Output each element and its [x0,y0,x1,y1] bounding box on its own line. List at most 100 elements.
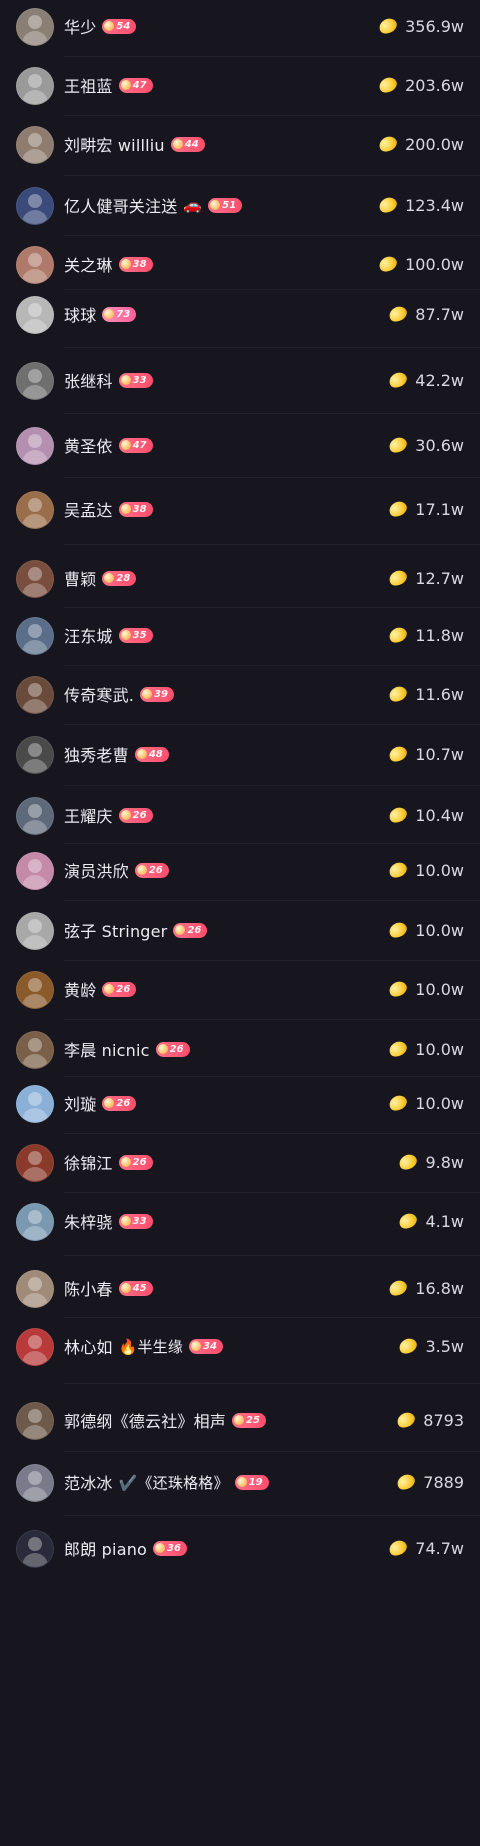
contribution: 11.8w [387,613,464,657]
list-item[interactable]: 郎朗 piano 36 74.7w [0,1526,480,1570]
gold-bean-icon [387,1537,410,1559]
row-divider [64,785,480,786]
row-divider [64,347,480,348]
list-item[interactable]: 王耀庆 26 10.4w [0,793,480,837]
gold-bean-icon [387,567,410,589]
avatar[interactable] [16,1464,54,1502]
avatar[interactable] [16,8,54,46]
list-item[interactable]: 徐锦江 26 9.8w [0,1140,480,1184]
avatar[interactable] [16,617,54,655]
avatar[interactable] [16,736,54,774]
avatar[interactable] [16,187,54,225]
gold-bean-icon [397,1151,420,1173]
list-item[interactable]: 球球 73 87.7w [0,292,480,336]
avatar[interactable] [16,676,54,714]
list-item[interactable]: 范冰冰 ✔️《还珠格格》 19 7889 [0,1460,480,1504]
row-divider [64,1515,480,1516]
avatar[interactable] [16,1203,54,1241]
list-item[interactable]: 陈小春 45 16.8w [0,1266,480,1310]
contribution: 10.0w [387,1081,464,1125]
list-item[interactable]: 独秀老曹 48 10.7w [0,732,480,776]
level-number: 26 [116,1097,131,1109]
user-name: 黄圣依 [64,437,113,456]
avatar[interactable] [16,1270,54,1308]
level-gem-icon [191,1341,202,1351]
user-info: 华少 54 [64,4,137,48]
avatar[interactable] [16,296,54,334]
avatar[interactable] [16,1530,54,1568]
gold-bean-icon [387,804,410,826]
avatar[interactable] [16,427,54,465]
list-item[interactable]: 王祖蓝 47 203.6w [0,63,480,107]
level-number: 28 [116,572,131,584]
level-badge: 48 [134,746,169,762]
row-divider [64,1192,480,1193]
level-number: 34 [203,1340,218,1352]
avatar[interactable] [16,971,54,1009]
user-name-extra: 🔥半生缘 [118,1337,184,1356]
gold-bean-icon [395,1409,418,1431]
level-gem-icon [210,200,221,210]
list-item[interactable]: 曹颖 28 12.7w [0,556,480,600]
user-info: 黄圣依 47 [64,423,153,467]
row-divider [64,900,480,901]
level-gem-icon [142,689,153,699]
avatar[interactable] [16,797,54,835]
avatar[interactable] [16,1328,54,1366]
contribution-value: 12.7w [415,568,464,588]
row-divider [64,544,480,545]
list-item[interactable]: 刘畊宏 willliu 44 200.0w [0,122,480,166]
list-item[interactable]: 黄龄 26 10.0w [0,967,480,1011]
list-item[interactable]: 关之琳 38 100.0w [0,242,480,286]
list-item[interactable]: 黄圣依 47 30.6w [0,423,480,467]
list-item[interactable]: 李晨 nicnic 26 10.0w [0,1027,480,1071]
contribution: 16.8w [387,1266,464,1310]
user-name: 王祖蓝 [64,77,113,96]
list-item[interactable]: 林心如 🔥半生缘 34 3.5w [0,1324,480,1368]
avatar[interactable] [16,560,54,598]
user-name: 独秀老曹 [64,746,129,765]
contribution-value: 17.1w [415,499,464,519]
avatar[interactable] [16,1402,54,1440]
row-divider [64,960,480,961]
level-number: 33 [132,1215,147,1227]
level-gem-icon [104,573,115,583]
level-badge: 35 [118,627,153,643]
list-item[interactable]: 郭德纲《德云社》相声 25 8793 [0,1398,480,1442]
list-item[interactable]: 亿人健哥关注送 🚗 51 123.4w [0,183,480,227]
avatar[interactable] [16,126,54,164]
list-item[interactable]: 演员洪欣 26 10.0w [0,848,480,892]
list-item[interactable]: 吴孟达 38 17.1w [0,487,480,531]
level-number: 47 [132,79,147,91]
user-info: 传奇寒武. 39 [64,672,175,716]
avatar[interactable] [16,852,54,890]
avatar[interactable] [16,1144,54,1182]
contribution: 87.7w [387,292,464,336]
list-item[interactable]: 华少 54 356.9w [0,4,480,48]
row-divider [64,1317,480,1318]
gold-bean-icon [387,1038,410,1060]
avatar[interactable] [16,491,54,529]
level-number: 51 [222,199,237,211]
list-item[interactable]: 刘璇 26 10.0w [0,1081,480,1125]
contribution-value: 9.8w [425,1152,464,1172]
level-badge: 26 [118,1154,153,1170]
list-item[interactable]: 传奇寒武. 39 11.6w [0,672,480,716]
list-item[interactable]: 汪东城 35 11.8w [0,613,480,657]
avatar[interactable] [16,246,54,284]
list-item[interactable]: 弦子 Stringer 26 10.0w [0,908,480,952]
list-item[interactable]: 朱梓骁 33 4.1w [0,1199,480,1243]
gold-bean-icon [397,1210,420,1232]
level-badge: 45 [118,1280,153,1296]
avatar[interactable] [16,1085,54,1123]
list-item[interactable]: 张继科 33 42.2w [0,358,480,402]
row-divider [64,477,480,478]
user-info: 曹颖 28 [64,556,137,600]
avatar[interactable] [16,67,54,105]
avatar[interactable] [16,362,54,400]
contribution-value: 4.1w [425,1211,464,1231]
avatar[interactable] [16,1031,54,1069]
contribution: 203.6w [376,63,464,107]
level-gem-icon [120,1216,131,1226]
avatar[interactable] [16,912,54,950]
